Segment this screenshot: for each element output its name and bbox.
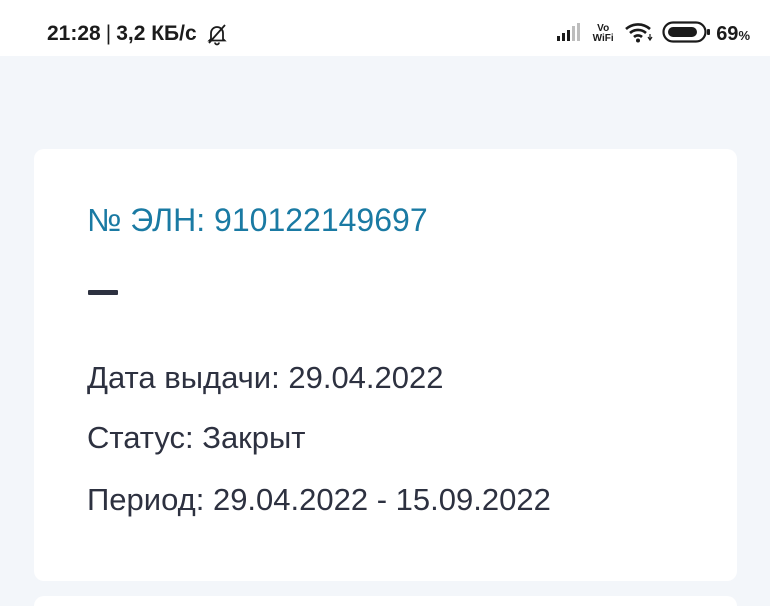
divider-dash	[88, 290, 118, 295]
sick-leave-card[interactable]: № ЭЛН: 910122149697 Дата выдачи: 29.04.2…	[34, 149, 737, 581]
vowifi-icon: Vo WiFi	[590, 24, 616, 44]
status-left: 21:28 | 3,2 КБ/с	[47, 21, 229, 47]
status-time: 21:28	[47, 22, 101, 45]
battery-percentage: 69%	[716, 23, 750, 46]
battery-value: 69	[716, 22, 739, 45]
bell-muted-icon	[205, 22, 229, 46]
signal-icon	[556, 22, 582, 47]
issue-date: Дата выдачи: 29.04.2022	[87, 360, 444, 395]
status-right: Vo WiFi 69%	[548, 20, 750, 48]
eln-number: № ЭЛН: 910122149697	[87, 202, 428, 238]
period-text: Период: 29.04.2022 - 15.09.2022	[87, 482, 551, 517]
status-text: Статус: Закрыт	[87, 420, 306, 455]
status-bar: 21:28 | 3,2 КБ/с Vo WiFi 69%	[0, 0, 770, 56]
next-card-edge[interactable]	[34, 596, 737, 606]
battery-icon	[662, 20, 712, 49]
vowifi-bottom: WiFi	[592, 33, 614, 44]
battery-unit: %	[738, 27, 750, 43]
network-speed: 3,2 КБ/с	[116, 22, 197, 45]
status-separator: |	[105, 22, 112, 45]
wifi-icon	[624, 21, 654, 48]
